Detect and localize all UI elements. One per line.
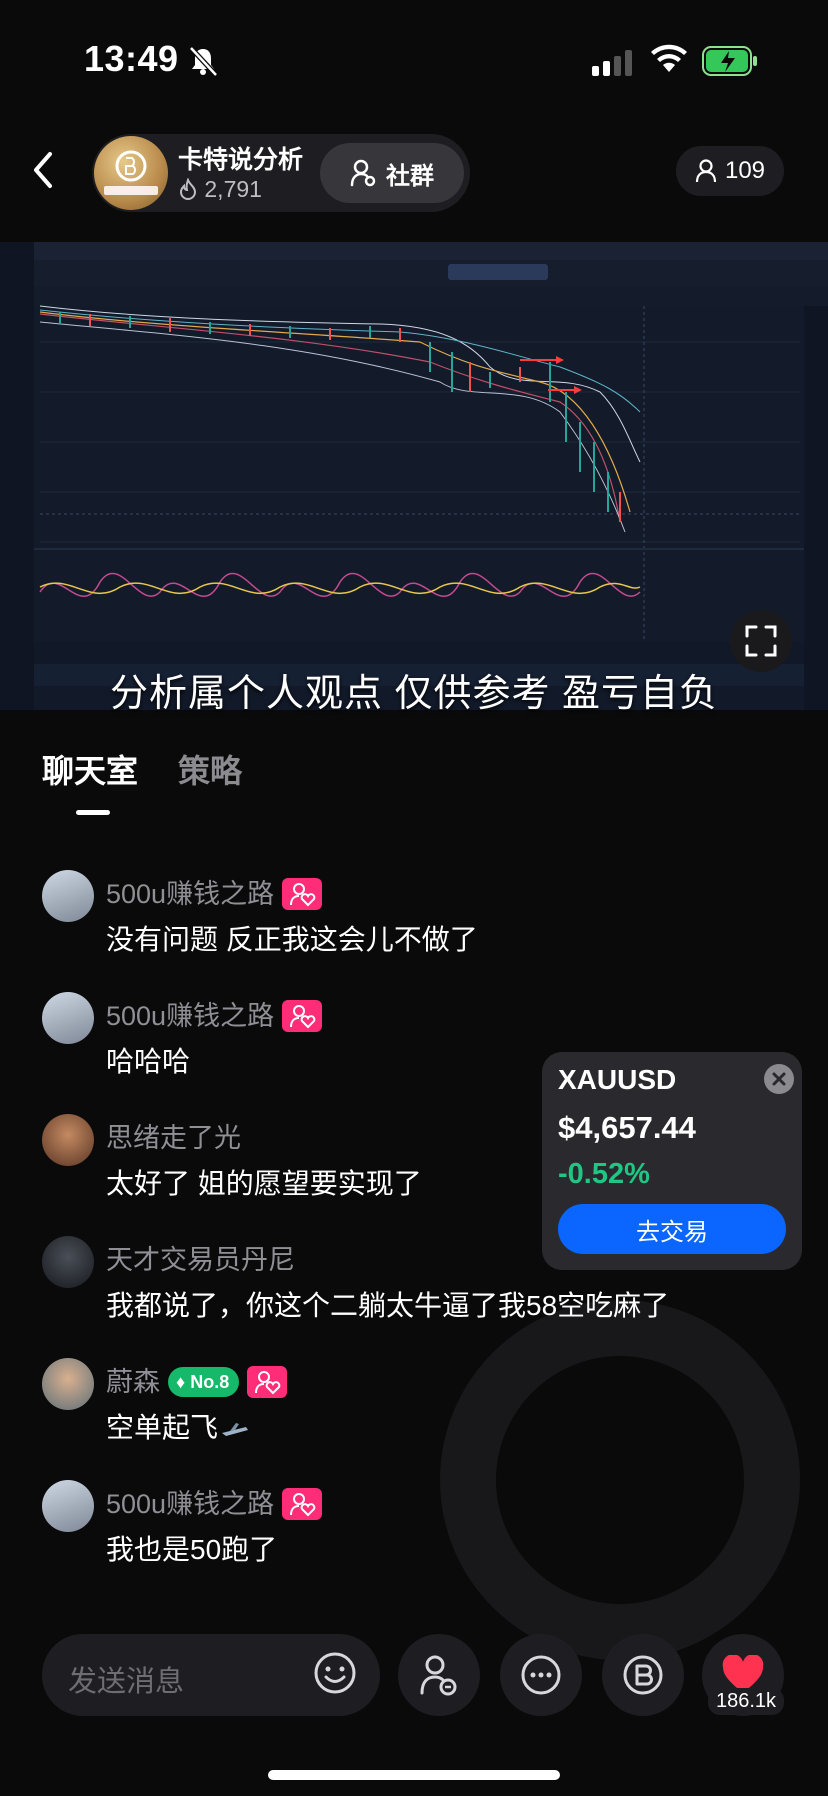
viewer-count: 109 <box>724 157 766 184</box>
fullscreen-button[interactable] <box>730 610 792 672</box>
stream-caption: 分析属个人观点 仅供参考 盈亏自负 <box>109 673 719 715</box>
ticker-symbol: XAUUSD <box>558 1064 677 1095</box>
user-avatar[interactable] <box>42 992 94 1044</box>
level-badge-text: No.8 <box>190 1371 230 1392</box>
bitcoin-icon <box>623 1655 663 1695</box>
tab-chatroom[interactable]: 聊天室 <box>42 746 138 792</box>
community-button[interactable]: 社群 <box>320 143 464 203</box>
host-fans-value: 2,791 <box>204 176 262 202</box>
active-tab-indicator <box>76 810 110 815</box>
host-fans-count: 2,791 <box>178 176 262 203</box>
user-avatar[interactable] <box>42 1358 94 1410</box>
battery-charging-icon <box>702 46 757 76</box>
trade-button[interactable]: 去交易 <box>558 1204 786 1254</box>
ticker-change: -0.52% <box>558 1158 650 1190</box>
user-avatar[interactable] <box>42 1236 94 1288</box>
cell-signal-icon <box>592 50 632 76</box>
level-badge: ♦ No.8 <box>168 1366 240 1397</box>
watermark-logo <box>440 1300 800 1660</box>
tab-strategy[interactable]: 策略 <box>178 746 242 792</box>
chat-text: 空单起飞 <box>106 1406 250 1446</box>
close-icon[interactable] <box>764 1064 794 1094</box>
user-avatar[interactable] <box>42 1114 94 1166</box>
chat-username[interactable]: 思绪走了光 <box>106 1123 241 1153</box>
fan-club-badge <box>282 877 323 910</box>
chat-username[interactable]: 500u赚钱之路 <box>106 879 274 909</box>
chat-text: 太好了 姐的愿望要实现了 <box>106 1168 422 1199</box>
chat-text-content: 空单起飞 <box>106 1412 219 1443</box>
host-name: 卡特说分析 <box>178 146 304 174</box>
stream-video[interactable] <box>0 242 828 710</box>
flame-icon <box>179 177 197 200</box>
expand-icon <box>745 625 777 657</box>
person-icon <box>695 159 717 183</box>
user-avatar[interactable] <box>42 1480 94 1532</box>
more-dots-icon <box>521 1655 561 1695</box>
chat-text: 我也是50跑了 <box>106 1534 278 1565</box>
chat-text: 哈哈哈 <box>106 1046 191 1077</box>
host-avatar[interactable] <box>94 136 168 210</box>
fan-club-badge <box>247 1365 288 1398</box>
fan-club-badge <box>282 1487 323 1520</box>
chat-text: 没有问题 反正我这会儿不做了 <box>106 924 478 955</box>
wifi-icon <box>651 44 687 72</box>
chat-username[interactable]: 蔚森 <box>106 1367 160 1397</box>
user-link-icon <box>420 1655 457 1696</box>
chat-text: 我都说了，你这个二躺太牛逼了我58空吃麻了 <box>106 1290 670 1321</box>
chat-username[interactable]: 天才交易员丹尼 <box>106 1245 295 1275</box>
community-label: 社群 <box>386 162 434 190</box>
airplane-emoji-icon <box>222 1423 249 1436</box>
muted-bell-icon <box>189 46 218 77</box>
home-indicator[interactable] <box>268 1770 560 1780</box>
guest-connect-button[interactable] <box>398 1634 480 1716</box>
group-icon <box>350 159 376 187</box>
message-input-placeholder: 发送消息 <box>68 1666 185 1698</box>
viewer-count-badge[interactable]: 109 <box>676 146 784 196</box>
ticker-price: $4,657.44 <box>558 1110 696 1145</box>
chat-username[interactable]: 500u赚钱之路 <box>106 1489 274 1519</box>
fan-club-badge <box>282 999 323 1032</box>
trading-chart-image <box>0 242 828 710</box>
more-button[interactable] <box>500 1634 582 1716</box>
emoji-icon[interactable] <box>312 1650 358 1696</box>
chat-username[interactable]: 500u赚钱之路 <box>106 1001 274 1031</box>
coin-button[interactable] <box>602 1634 684 1716</box>
status-time: 13:49 <box>84 38 179 79</box>
like-count: 186.1k <box>708 1688 785 1715</box>
user-avatar[interactable] <box>42 870 94 922</box>
back-chevron-icon[interactable] <box>24 148 64 192</box>
diamond-icon: ♦ <box>176 1371 186 1392</box>
